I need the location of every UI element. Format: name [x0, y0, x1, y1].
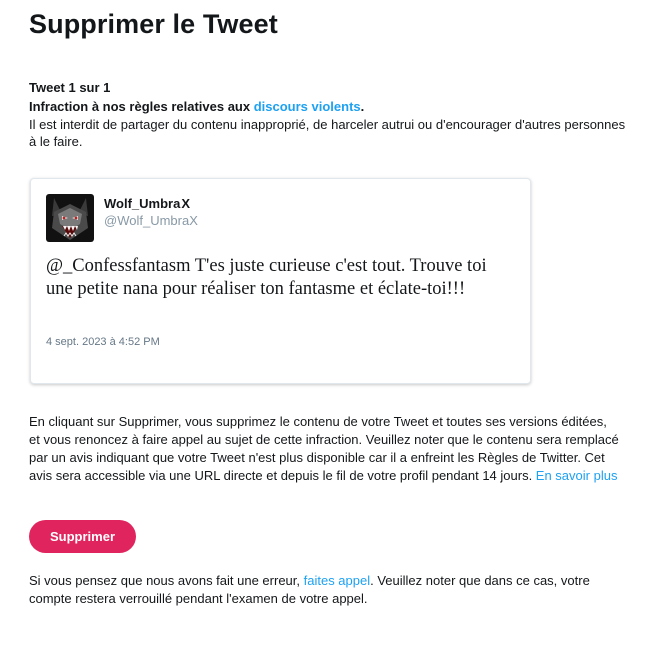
appeal-notice: Si vous pensez que nous avons fait une e…: [29, 572, 619, 608]
violation-description: Il est interdit de partager du contenu i…: [29, 117, 626, 149]
author-display-name: Wolf_Umbra: [104, 196, 181, 211]
violation-heading: Infraction à nos règles relatives aux di…: [29, 99, 364, 114]
tweet-author-name: Wolf_UmbraX: [104, 196, 190, 211]
appeal-prefix: Si vous pensez que nous avons fait une e…: [29, 573, 304, 588]
tweet-counter: Tweet 1 sur 1: [29, 80, 111, 95]
appeal-link[interactable]: faites appel: [304, 573, 371, 588]
violation-heading-prefix: Infraction à nos règles relatives aux: [29, 99, 254, 114]
tweet-card: Wolf_UmbraX @Wolf_UmbraX @_Confessfantas…: [30, 178, 531, 384]
tweet-text: @_Confessfantasm T'es juste curieuse c'e…: [46, 256, 487, 299]
learn-more-link[interactable]: En savoir plus: [536, 468, 618, 483]
tweet-date: 4 sept. 2023 à 4:52 PM: [46, 336, 160, 348]
delete-button[interactable]: Supprimer: [29, 520, 136, 553]
deletion-notice: En cliquant sur Supprimer, vous supprime…: [29, 413, 619, 485]
deletion-notice-text: En cliquant sur Supprimer, vous supprime…: [29, 414, 619, 483]
violent-speech-link[interactable]: discours violents: [254, 99, 361, 114]
author-name-suffix: X: [181, 196, 190, 211]
violation-heading-suffix: .: [360, 99, 365, 114]
wolf-avatar-icon: [46, 194, 94, 242]
tweet-author-handle: @Wolf_UmbraX: [104, 213, 198, 228]
page-title: Supprimer le Tweet: [29, 9, 278, 39]
